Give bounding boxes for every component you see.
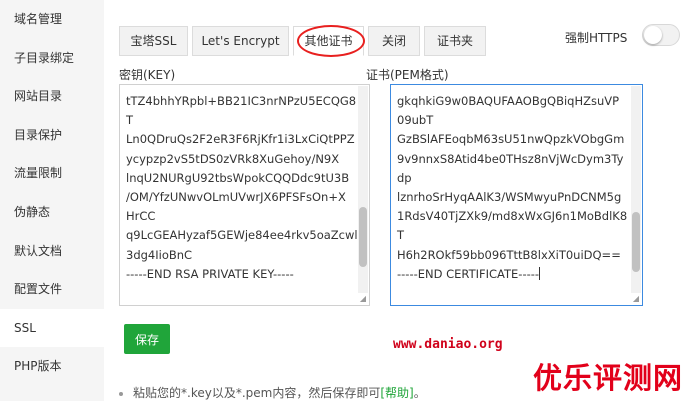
cert-line: gkqhkiG9w0BAQUFAAOBgQBiqHZsuVP — [397, 94, 620, 108]
cert-textarea[interactable]: gkqhkiG9w0BAQUFAAOBgQBiqHZsuVP 09ubT GzBSl… — [390, 84, 643, 306]
key-line: HrCC — [126, 209, 156, 224]
cert-line: 1RdsV40TjZXk9/md8xWxGJ6n1MoBdlK8 — [397, 209, 628, 224]
key-line: ycypzp2vS5tDS0zVRk8XuGehoy/N9X — [126, 151, 340, 166]
sidebar-item-ssl[interactable]: SSL — [0, 308, 104, 348]
cert-scrollbar-thumb[interactable] — [632, 211, 640, 272]
key-line: Ln0QDruQs2F2eR3F6RjKfr1i3LxCiQtPPZ — [126, 132, 355, 147]
cert-line: 09ubT — [397, 113, 434, 128]
tab-close[interactable]: 关闭 — [368, 26, 420, 56]
sidebar-item-default-doc[interactable]: 默认文档 — [0, 232, 104, 271]
hint-text: 粘贴您的*.key以及*.pem内容，然后保存即可 — [133, 386, 381, 400]
cert-label: 证书(PEM格式) — [366, 68, 449, 82]
key-line: q9LcGEAHyzaf5GEWje84ee4rkv5oaZcwll — [126, 228, 361, 243]
cert-line: 9v9nnxS8Atid4be0THsz8nVjWcDym3Ty — [397, 151, 624, 166]
sidebar-item-traffic-limit[interactable]: 流量限制 — [0, 154, 104, 193]
watermark-url: www.daniao.org — [393, 337, 503, 352]
key-line: 3dg4IioBnC — [126, 247, 193, 262]
cert-line: -----END CERTIFICATE----- — [397, 266, 541, 281]
tab-cert-folder[interactable]: 证书夹 — [424, 26, 486, 56]
force-https-toggle[interactable] — [642, 24, 680, 46]
tab-lets-encrypt[interactable]: Let's Encrypt — [192, 26, 289, 56]
sidebar-item-dir-protect[interactable]: 目录保护 — [0, 116, 104, 155]
cert-line: dp — [397, 170, 412, 185]
cert-line: lznrhoSrHyqAAlK3/WSMwyuPnDCNM5g — [397, 190, 622, 205]
bullet-icon — [119, 391, 123, 396]
key-line: tTZ4bhhYRpbl+BB21IC3nrNPzU5ECQG8 — [126, 94, 357, 108]
watermark-brand: 优乐评测网 — [533, 361, 684, 395]
help-link[interactable]: [帮助] — [380, 386, 413, 400]
save-button[interactable]: 保存 — [124, 324, 170, 354]
resize-handle-icon[interactable]: ◢ — [358, 294, 368, 304]
force-https-label: 强制HTTPS — [565, 31, 628, 45]
tab-baota-ssl[interactable]: 宝塔SSL — [119, 26, 188, 56]
sidebar-item-subdir-binding[interactable]: 子目录绑定 — [0, 39, 104, 78]
tab-other-cert[interactable]: 其他证书 — [293, 26, 364, 56]
sidebar-item-rewrite[interactable]: 伪静态 — [0, 193, 104, 232]
cert-line: GzBSlAFEoqbM63sU51nwQpzkVObgGm — [397, 132, 625, 147]
key-line: /OM/YfzUNwvOLmUVwrJX6PFSFsOn+X — [126, 190, 346, 205]
help-hint: 粘贴您的*.key以及*.pem内容，然后保存即可[帮助]。 — [119, 384, 426, 401]
hint-suffix: 。 — [413, 386, 426, 400]
key-content: tTZ4bhhYRpbl+BB21IC3nrNPzU5ECQG8 T Ln0QDru… — [126, 92, 361, 284]
key-line: lnqU2NURgU92tbsWpokCQQDdc9tU3B — [126, 170, 350, 185]
key-label: 密钥(KEY) — [119, 68, 176, 82]
cert-content: gkqhkiG9w0BAQUFAAOBgQBiqHZsuVP 09ubT GzBSl… — [397, 92, 628, 284]
toggle-knob — [644, 26, 662, 44]
cert-line: H6h2ROkf59bb096TttB8lxXiT0uiDQ== — [397, 247, 621, 262]
settings-sidebar: 域名管理 子目录绑定 网站目录 目录保护 流量限制 伪静态 默认文档 配置文件 … — [0, 0, 104, 401]
key-scrollbar-thumb[interactable] — [359, 207, 367, 268]
sidebar-item-php-version[interactable]: PHP版本 — [0, 347, 104, 386]
sidebar-item-domain[interactable]: 域名管理 — [0, 0, 104, 39]
key-line: T — [126, 113, 134, 128]
cert-line: T — [397, 228, 405, 243]
sidebar-item-site-dir[interactable]: 网站目录 — [0, 77, 104, 116]
key-textarea[interactable]: tTZ4bhhYRpbl+BB21IC3nrNPzU5ECQG8 T Ln0QDru… — [119, 84, 370, 306]
sidebar-item-config-file[interactable]: 配置文件 — [0, 270, 104, 309]
key-line: -----END RSA PRIVATE KEY----- — [126, 266, 294, 281]
text-caret — [539, 266, 541, 280]
resize-handle-icon[interactable]: ◢ — [631, 294, 641, 304]
